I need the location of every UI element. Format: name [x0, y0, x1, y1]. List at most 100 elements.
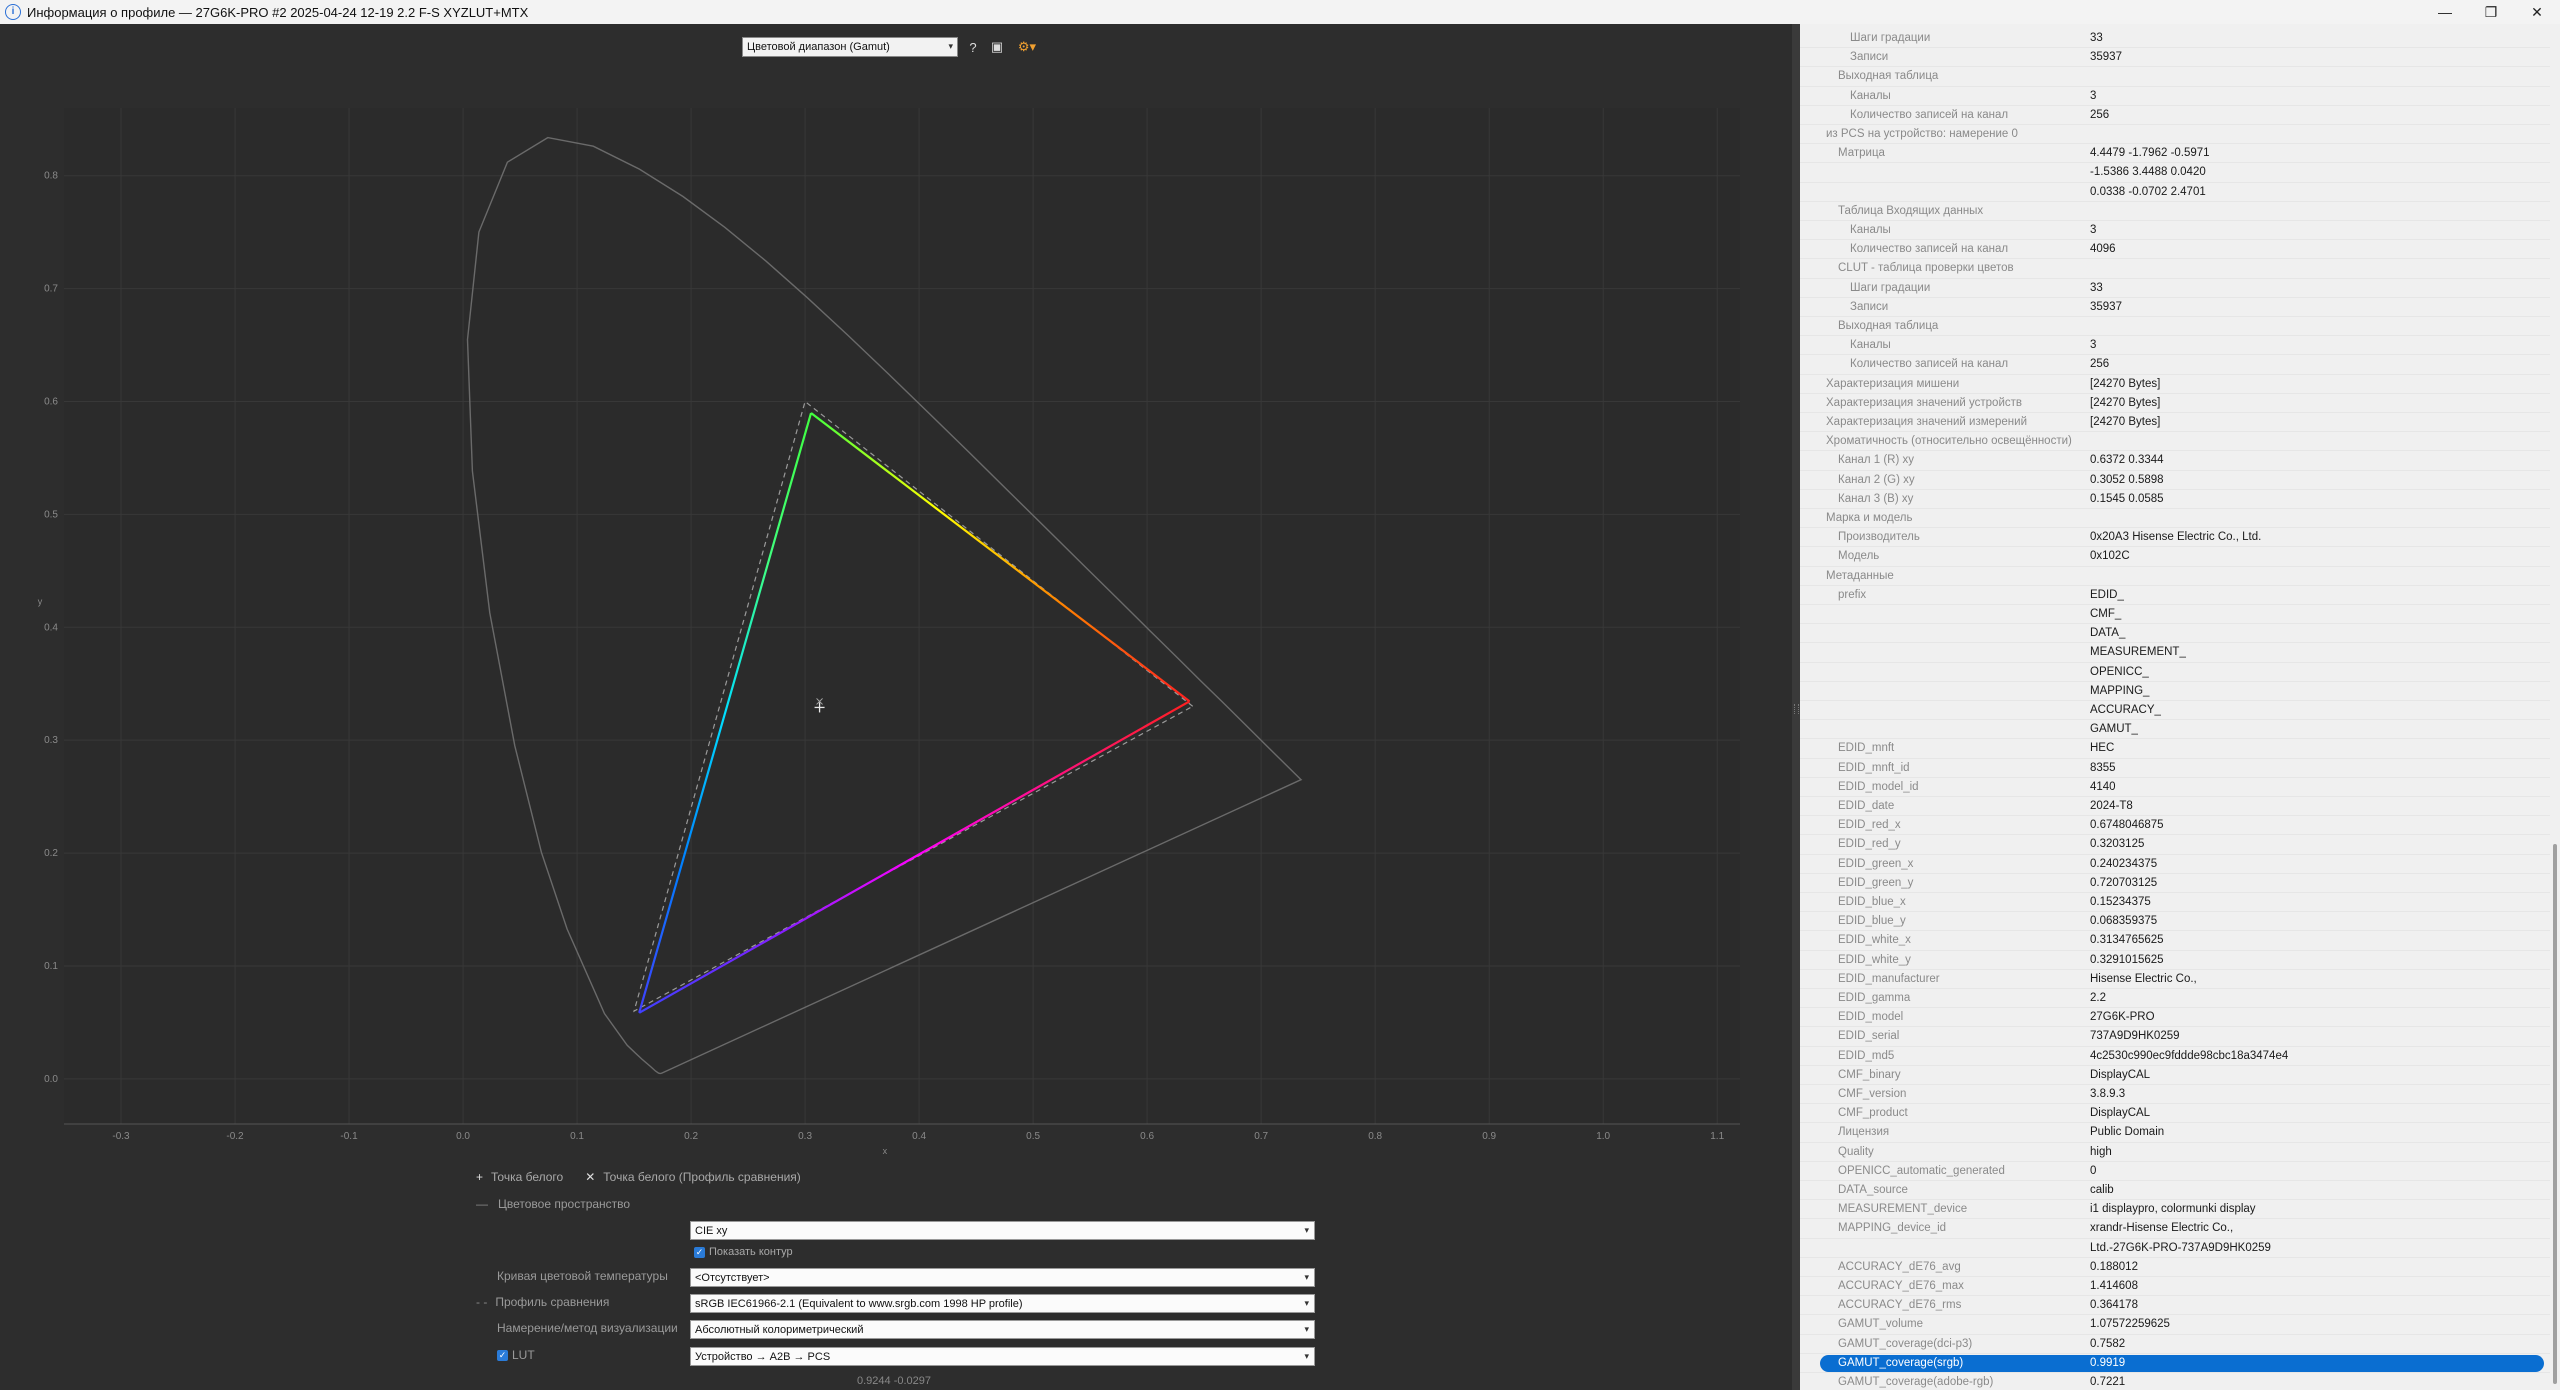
details-row[interactable]: Каналы 3: [1800, 336, 2560, 356]
intent-select[interactable]: Абсолютный колориметрический ▾: [690, 1320, 1315, 1339]
details-row[interactable]: CMF_product DisplayCAL: [1800, 1104, 2560, 1124]
details-row[interactable]: prefix EDID_: [1800, 586, 2560, 605]
details-row[interactable]: MEASUREMENT_device i1 displaypro, colormu…: [1800, 1200, 2560, 1220]
details-row[interactable]: ACCURACY_dE76_max 1.414608: [1800, 1277, 2560, 1297]
details-row[interactable]: Ltd.-27G6K-PRO-737A9D9HK0259: [1800, 1239, 2560, 1258]
lut-checkbox[interactable]: ✓ LUT: [497, 1348, 535, 1362]
details-row[interactable]: Записи 35937: [1800, 298, 2560, 317]
details-row[interactable]: Таблица Входящих данных: [1800, 202, 2560, 221]
save-image-icon[interactable]: ▣: [988, 38, 1006, 56]
details-row[interactable]: CMF_version 3.8.9.3: [1800, 1085, 2560, 1105]
details-row[interactable]: Выходная таблица: [1800, 67, 2560, 87]
details-row[interactable]: EDID_white_y 0.3291015625: [1800, 951, 2560, 970]
details-row[interactable]: Каналы 3: [1800, 221, 2560, 241]
compare-select[interactable]: sRGB IEC61966-2.1 (Equivalent to www.srg…: [690, 1294, 1315, 1313]
details-row[interactable]: Лицензия Public Domain: [1800, 1123, 2560, 1143]
checkbox-checked-icon[interactable]: ✓: [497, 1349, 508, 1361]
lut-select[interactable]: Устройство → A2B → PCS ▾: [690, 1347, 1315, 1366]
details-row[interactable]: -1.5386 3.4488 0.0420: [1800, 163, 2560, 183]
details-key: Таблица Входящих данных: [1838, 204, 1984, 217]
details-row[interactable]: Марка и модель: [1800, 509, 2560, 529]
details-row[interactable]: Канал 3 (B) xy 0.1545 0.0585: [1800, 490, 2560, 509]
details-row[interactable]: GAMUT_: [1800, 720, 2560, 740]
details-row[interactable]: ACCURACY_dE76_rms 0.364178: [1800, 1296, 2560, 1316]
details-row[interactable]: EDID_serial 737A9D9HK0259: [1800, 1027, 2560, 1047]
details-row[interactable]: Количество записей на канал 256: [1800, 355, 2560, 375]
gamut-chart[interactable]: -0.3 -0.2 -0.1 0.0 0.1 0.2 0.3 0.4 0.5 0.6 0.7 0.8 0…: [0, 80, 1792, 1164]
details-row[interactable]: Записи 35937: [1800, 48, 2560, 68]
x-tick-label: -0.2: [226, 1131, 244, 1142]
details-row[interactable]: Шаги градации 33: [1800, 29, 2560, 49]
details-row[interactable]: EDID_green_y 0.720703125: [1800, 874, 2560, 893]
details-row[interactable]: EDID_model 27G6K-PRO: [1800, 1008, 2560, 1028]
details-row[interactable]: GAMUT_coverage(dci-p3) 0.7582: [1800, 1335, 2560, 1354]
details-row[interactable]: Производитель 0x20A3 Hisense Electric Co.…: [1800, 528, 2560, 548]
details-key: ACCURACY_dE76_avg: [1838, 1260, 1961, 1273]
scrollbar-thumb[interactable]: [2553, 844, 2557, 1384]
maximize-button[interactable]: ❐: [2468, 0, 2514, 24]
details-row[interactable]: EDID_blue_y 0.068359375: [1800, 912, 2560, 932]
options-icon[interactable]: ⚙▾: [1012, 38, 1042, 56]
colorspace-select[interactable]: CIE xy ▾: [690, 1221, 1315, 1240]
checkbox-checked-icon[interactable]: ✓: [694, 1246, 705, 1258]
details-row[interactable]: EDID_model_id 4140: [1800, 778, 2560, 797]
details-row[interactable]: Характеризация мишени [24270 Bytes]: [1800, 375, 2560, 394]
details-row[interactable]: EDID_manufacturer Hisense Electric Co.,: [1800, 970, 2560, 989]
details-row[interactable]: Выходная таблица: [1800, 317, 2560, 337]
details-row[interactable]: Quality high: [1800, 1143, 2560, 1162]
details-row[interactable]: MAPPING_: [1800, 682, 2560, 701]
view-select[interactable]: Цветовой диапазон (Gamut) ▾: [742, 37, 958, 57]
details-row[interactable]: 0.0338 -0.0702 2.4701: [1800, 183, 2560, 202]
details-row[interactable]: EDID_white_x 0.3134765625: [1800, 931, 2560, 951]
details-row[interactable]: EDID_md5 4c2530c990ec9fddde98cbc18a3474e4: [1800, 1047, 2560, 1066]
details-row[interactable]: CLUT - таблица проверки цветов: [1800, 259, 2560, 279]
details-row[interactable]: Матрица 4.4479 -1.7962 -0.5971: [1800, 144, 2560, 164]
view-toolbar: Цветовой диапазон (Gamut) ▾ ? ▣ ⚙▾: [742, 36, 1042, 58]
details-row[interactable]: ACCURACY_dE76_avg 0.188012: [1800, 1258, 2560, 1277]
profile-details-pane[interactable]: Шаги градации 33 Записи 35937 Выходная табли…: [1800, 24, 2560, 1390]
details-row[interactable]: EDID_red_x 0.6748046875: [1800, 816, 2560, 836]
details-row[interactable]: OPENICC_: [1800, 663, 2560, 682]
details-row[interactable]: Канал 1 (R) xy 0.6372 0.3344: [1800, 451, 2560, 471]
details-row[interactable]: Характеризация значений устройств [24270 …: [1800, 394, 2560, 413]
details-row[interactable]: Шаги градации 33: [1800, 279, 2560, 298]
details-value: 256: [2090, 108, 2110, 121]
details-row[interactable]: MEASUREMENT_: [1800, 643, 2560, 663]
splitter-grip-icon[interactable]: [1794, 704, 1799, 714]
minimize-button[interactable]: —: [2422, 0, 2468, 24]
details-row[interactable]: MAPPING_device_id xrandr-Hisense Electric…: [1800, 1219, 2560, 1239]
details-row[interactable]: EDID_gamma 2.2: [1800, 989, 2560, 1009]
details-row[interactable]: Количество записей на канал 256: [1800, 106, 2560, 125]
details-row[interactable]: Каналы 3: [1800, 87, 2560, 106]
details-key: EDID_mnft_id: [1838, 761, 1910, 774]
details-row[interactable]: EDID_blue_x 0.15234375: [1800, 893, 2560, 913]
details-row[interactable]: Модель 0x102C: [1800, 547, 2560, 567]
details-row[interactable]: Канал 2 (G) xy 0.3052 0.5898: [1800, 471, 2560, 490]
pane-splitter[interactable]: [1792, 24, 1800, 1390]
details-scrollbar[interactable]: [2550, 24, 2560, 1390]
help-icon[interactable]: ?: [964, 38, 982, 56]
details-row[interactable]: EDID_red_y 0.3203125: [1800, 835, 2560, 855]
details-row[interactable]: GAMUT_volume 1.07572259625: [1800, 1315, 2560, 1335]
show-outline-checkbox[interactable]: ✓ Показать контур: [694, 1246, 793, 1258]
details-row[interactable]: Хроматичность (относительно освещённости…: [1800, 432, 2560, 452]
details-row[interactable]: Количество записей на канал 4096: [1800, 240, 2560, 260]
details-row[interactable]: CMF_binary DisplayCAL: [1800, 1066, 2560, 1085]
details-row[interactable]: EDID_mnft HEC: [1800, 739, 2560, 759]
details-row[interactable]: OPENICC_automatic_generated 0: [1800, 1162, 2560, 1181]
cct-select[interactable]: <Отсутствует> ▾: [690, 1268, 1315, 1287]
details-row[interactable]: DATA_source calib: [1800, 1181, 2560, 1201]
details-row[interactable]: DATA_: [1800, 624, 2560, 644]
details-row[interactable]: из PCS на устройство: намерение 0: [1800, 125, 2560, 145]
close-button[interactable]: ✕: [2514, 0, 2560, 24]
details-row[interactable]: ACCURACY_: [1800, 701, 2560, 721]
details-row-selected[interactable]: GAMUT_coverage(srgb) 0.9919: [1800, 1354, 2560, 1373]
details-row[interactable]: CMF_: [1800, 605, 2560, 625]
details-row[interactable]: GAMUT_coverage(adobe-rgb) 0.7221: [1800, 1373, 2560, 1390]
details-row[interactable]: EDID_green_x 0.240234375: [1800, 855, 2560, 874]
details-row[interactable]: Метаданные: [1800, 567, 2560, 586]
details-row[interactable]: Характеризация значений измерений [24270 …: [1800, 413, 2560, 433]
details-key: EDID_white_y: [1838, 953, 1911, 966]
details-row[interactable]: EDID_date 2024-T8: [1800, 797, 2560, 817]
details-row[interactable]: EDID_mnft_id 8355: [1800, 759, 2560, 778]
